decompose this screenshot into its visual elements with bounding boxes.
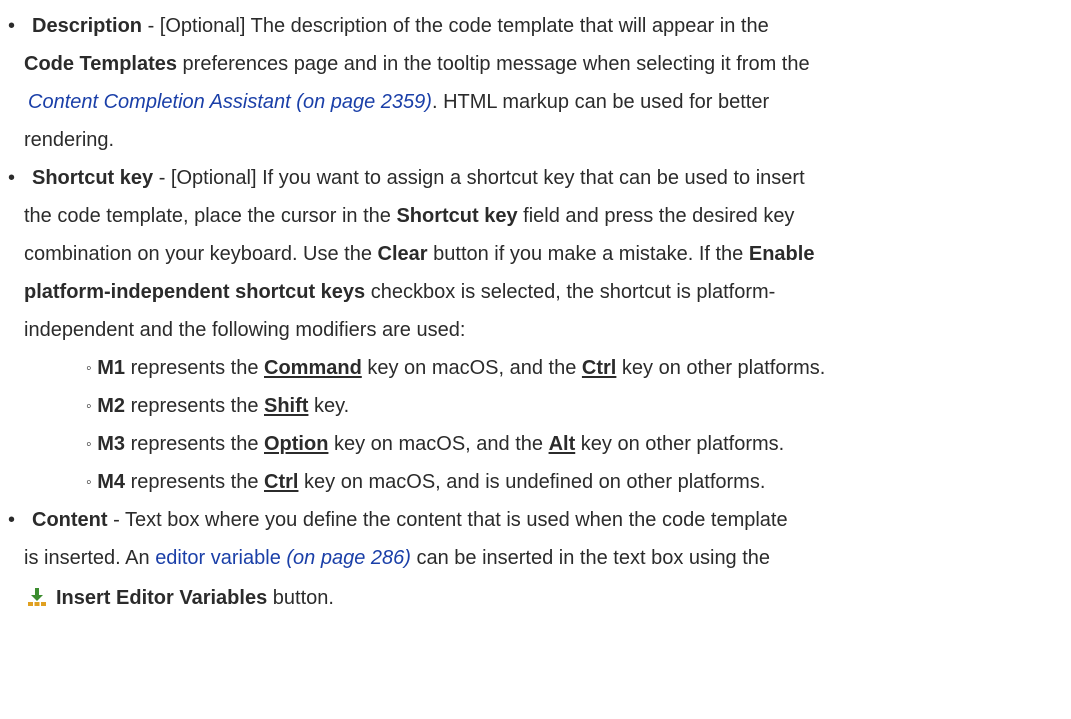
modifier-name: M2 <box>97 395 126 417</box>
sub-bullet: ◦ <box>86 474 92 491</box>
description-line-2: Code Templates preferences page and in t… <box>24 53 810 75</box>
shortcut-term: Shortcut key <box>32 167 154 189</box>
bullet: • <box>8 509 16 531</box>
shortcut-line-3: combination on your keyboard. Use the Cl… <box>24 243 815 265</box>
insert-editor-variables-label: Insert Editor Variables <box>56 587 268 609</box>
modifier-item-m1: ◦ M1 represents the Command key on macOS… <box>86 357 826 379</box>
shortcut-key-label: Shortcut key <box>396 205 518 227</box>
description-term: Description <box>32 15 143 37</box>
content-line-2: is inserted. An editor variable (on page… <box>24 547 771 569</box>
bullet: • <box>8 167 16 189</box>
content-line-3: Insert Editor Variables button. <box>26 583 334 613</box>
content-line-1: • Content - Text box where you define the… <box>0 505 788 535</box>
shortcut-line-5: independent and the following modifiers … <box>24 319 466 341</box>
shortcut-line-2: the code template, place the cursor in t… <box>24 205 795 227</box>
content-term: Content <box>32 509 108 531</box>
sub-bullet: ◦ <box>86 398 92 415</box>
modifier-item-m3: ◦ M3 represents the Option key on macOS,… <box>86 433 785 455</box>
shortcut-line-4: platform-independent shortcut keys check… <box>24 281 776 303</box>
shift-key: Shift <box>264 395 309 417</box>
editor-variable-page-link[interactable]: (on page 286) <box>281 547 411 569</box>
description-line-3: Content Completion Assistant (on page 23… <box>28 91 770 113</box>
ctrl-key: Ctrl <box>264 471 299 493</box>
platform-independent-shortcut-keys-label: platform-independent shortcut keys <box>24 281 366 303</box>
content-completion-assistant-link[interactable]: Content Completion Assistant (on page 23… <box>28 91 432 113</box>
insert-editor-variables-icon <box>26 586 48 606</box>
shortcut-line-1: • Shortcut key - [Optional] If you want t… <box>0 163 805 193</box>
editor-variable-link[interactable]: editor variable <box>155 547 281 569</box>
enable-label: Enable <box>748 243 815 265</box>
option-key: Option <box>264 433 329 455</box>
modifier-item-m4: ◦ M4 represents the Ctrl key on macOS, a… <box>86 471 766 493</box>
clear-button-label: Clear <box>377 243 428 265</box>
code-templates-label: Code Templates <box>24 53 177 75</box>
sub-bullet: ◦ <box>86 360 92 377</box>
alt-key: Alt <box>548 433 576 455</box>
ctrl-key: Ctrl <box>581 357 617 379</box>
sub-bullet: ◦ <box>86 436 92 453</box>
document-page: • Description - [Optional] The descriptio… <box>0 0 1071 719</box>
bullet: • <box>8 15 16 37</box>
modifier-item-m2: ◦ M2 represents the Shift key. <box>86 395 350 417</box>
modifier-name: M1 <box>97 357 126 379</box>
modifier-name: M3 <box>97 433 126 455</box>
modifier-name: M4 <box>97 471 126 493</box>
command-key: Command <box>264 357 362 379</box>
description-line-1: • Description - [Optional] The descriptio… <box>0 11 769 41</box>
description-line-4: rendering. <box>24 129 115 151</box>
